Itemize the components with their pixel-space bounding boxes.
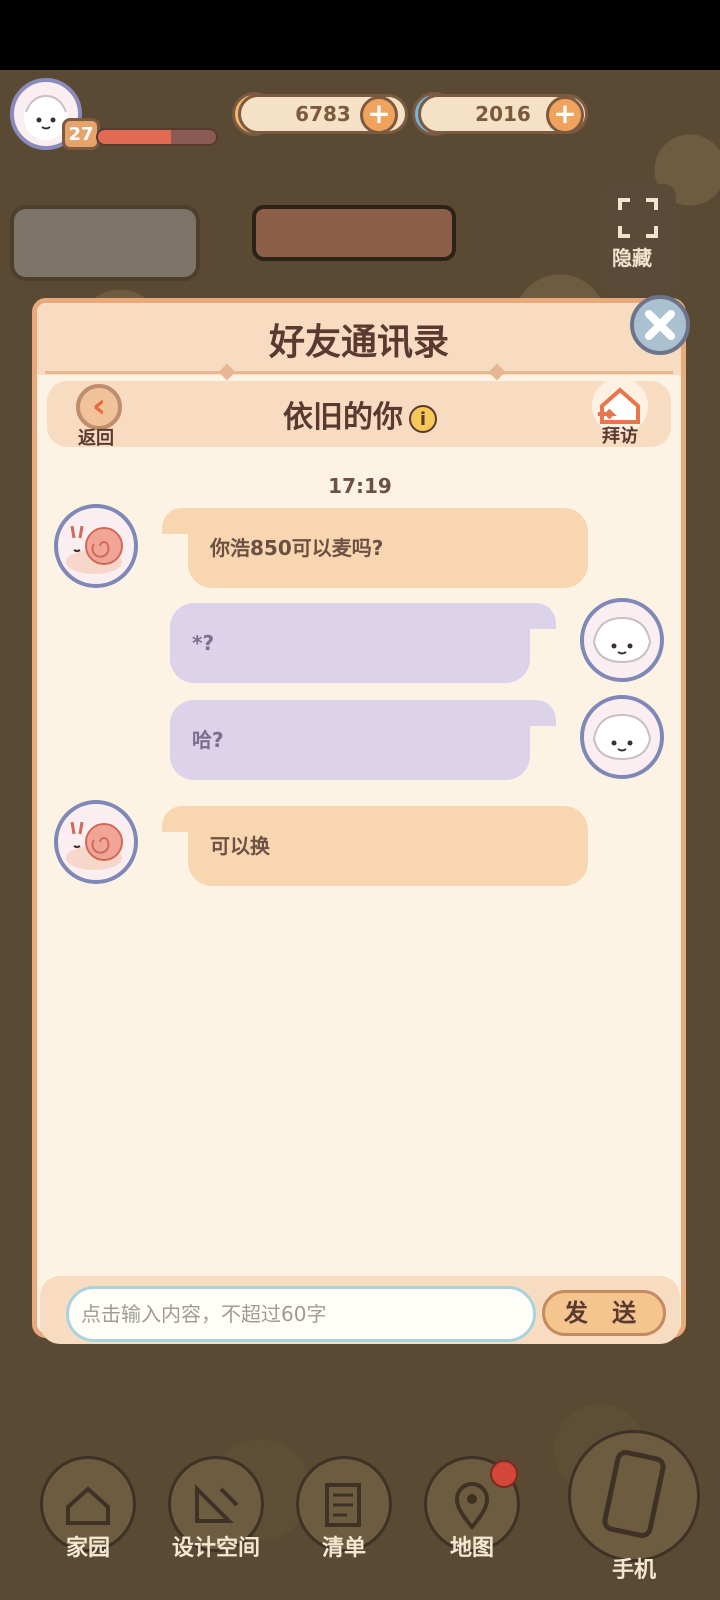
snail-avatar-icon — [66, 821, 123, 870]
event-banner[interactable] — [252, 205, 456, 261]
visit-label: 拜访 — [602, 426, 638, 447]
close-button[interactable] — [630, 295, 690, 355]
level-badge: 27 — [62, 118, 100, 150]
add-coins-button[interactable]: + — [360, 96, 398, 134]
dialog-title: 好友通讯录 — [268, 322, 449, 363]
nav-map-label[interactable]: 地图 — [424, 1530, 520, 1562]
contact-name-text: 依旧的你 — [283, 400, 403, 435]
experience-fill — [98, 130, 172, 144]
hide-label[interactable]: 隐藏 — [612, 242, 652, 271]
nav-home-label[interactable]: 家园 — [40, 1530, 136, 1562]
add-gems-button[interactable]: + — [546, 96, 584, 134]
nav-phone-label[interactable]: 手机 — [592, 1552, 676, 1584]
nav-design-label[interactable]: 设计空间 — [160, 1530, 272, 1562]
my-avatar[interactable] — [580, 695, 664, 779]
nav-phone-button[interactable] — [568, 1430, 700, 1562]
message-bubble: 哈? — [170, 700, 556, 780]
header-divider — [45, 371, 673, 374]
friend-avatar[interactable] — [54, 800, 138, 884]
notification-dot — [490, 1460, 518, 1488]
sheep-avatar-icon — [592, 713, 652, 761]
nav-list-label[interactable]: 清单 — [296, 1530, 392, 1562]
my-avatar[interactable] — [580, 598, 664, 682]
friend-avatar[interactable] — [54, 504, 138, 588]
fullscreen-icon[interactable] — [616, 196, 660, 240]
chat-timestamp: 17:19 — [328, 474, 392, 498]
experience-bar — [96, 128, 218, 146]
phone-icon — [602, 1450, 666, 1538]
visit-button[interactable]: 拜访 — [586, 378, 656, 450]
news-panel[interactable] — [10, 205, 200, 281]
close-icon — [645, 310, 675, 340]
message-input[interactable] — [66, 1286, 536, 1342]
message-bubble: 你浩850可以麦吗? — [162, 508, 588, 588]
message-bubble: 可以换 — [162, 806, 588, 886]
message-bubble: *? — [170, 603, 556, 683]
status-bar — [0, 0, 720, 70]
info-icon[interactable]: i — [409, 404, 437, 433]
sheep-avatar-icon — [592, 616, 652, 664]
snail-avatar-icon — [66, 525, 123, 574]
send-button[interactable]: 发 送 — [542, 1290, 666, 1336]
